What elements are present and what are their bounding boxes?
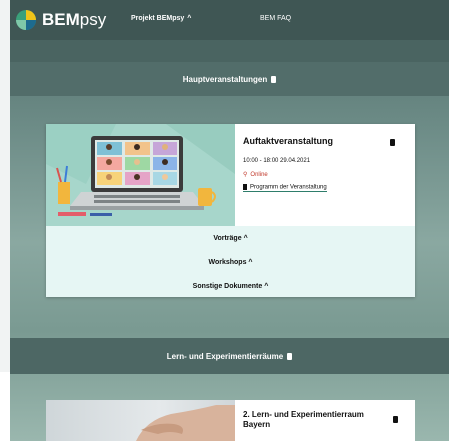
accordion-workshops[interactable]: Workshops ^ <box>46 259 415 266</box>
trash-icon[interactable] <box>271 75 277 83</box>
event-time: 10:00 - 18:00 29.04.2021 <box>243 158 311 164</box>
brand-name[interactable]: BEMpsy <box>42 10 106 30</box>
section-title: Hauptveranstaltungen <box>182 74 268 84</box>
document-icon <box>243 184 247 190</box>
trash-icon[interactable] <box>287 352 293 360</box>
event-card-info: Auftaktveranstaltung 10:00 - 18:00 29.04… <box>243 124 415 226</box>
trash-icon[interactable] <box>393 416 398 423</box>
event-accordion: Vorträge ^ Workshops ^ Sonstige Dokument… <box>46 226 415 297</box>
nav-link-projekt[interactable]: Projekt BEMpsy ^ <box>131 15 191 22</box>
navbar: BEMpsy Projekt BEMpsy ^ BEM FAQ <box>10 0 449 40</box>
chevron-up-icon: ^ <box>248 259 253 266</box>
section-title: Lern- und Experimentierräume <box>166 351 284 361</box>
accordion-vortraege[interactable]: Vorträge ^ <box>46 235 415 242</box>
event-location: ⚲ Online <box>243 172 268 178</box>
nav-link-faq[interactable]: BEM FAQ <box>260 15 291 22</box>
room-title[interactable]: 2. Lern- und Experimentierraum Bayern <box>243 410 383 430</box>
accordion-sonstige-dokumente[interactable]: Sonstige Dokumente ^ <box>46 283 415 290</box>
page-background: BEMpsy Projekt BEMpsy ^ BEM FAQ Hauptvera… <box>10 0 449 441</box>
event-card: Auftaktveranstaltung 10:00 - 18:00 29.04… <box>46 124 415 297</box>
hands-photo-illustration <box>136 405 235 441</box>
program-link[interactable]: Programm der Veranstaltung <box>243 184 327 192</box>
section-header-lernraeume: Lern- und Experimentierräume <box>10 338 449 374</box>
left-gutter-bottom <box>0 372 10 441</box>
video-conference-illustration <box>46 124 235 226</box>
chevron-up-icon: ^ <box>243 235 248 242</box>
room-card-image <box>46 400 235 441</box>
trash-icon[interactable] <box>390 139 395 146</box>
event-card-image <box>46 124 235 226</box>
section-header-hauptveranstaltungen: Hauptveranstaltungen <box>10 62 449 96</box>
map-pin-icon: ⚲ <box>243 172 248 178</box>
chevron-up-icon: ^ <box>264 283 269 290</box>
logo-icon[interactable] <box>15 9 37 31</box>
event-title[interactable]: Auftaktveranstaltung <box>243 136 333 146</box>
room-card: 2. Lern- und Experimentierraum Bayern <box>46 400 415 441</box>
chevron-up-icon: ^ <box>187 15 192 22</box>
